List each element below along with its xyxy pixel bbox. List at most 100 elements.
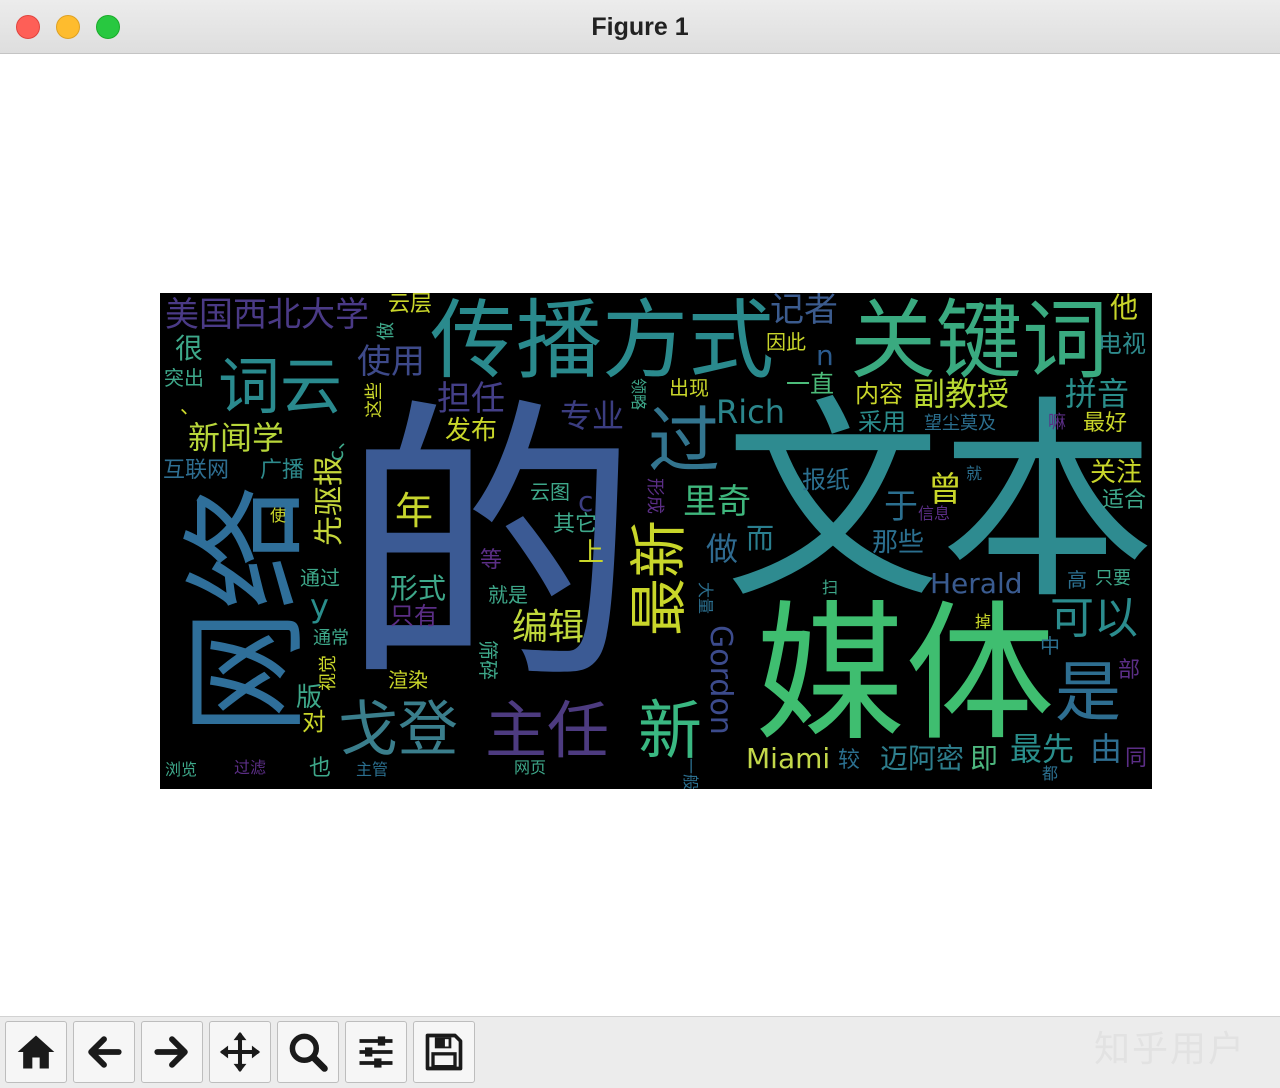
wordcloud-word: 信息	[918, 504, 951, 523]
wordcloud-word: 于	[884, 487, 918, 527]
wordcloud-word: 只有	[390, 602, 438, 630]
wordcloud-word: 领略	[629, 378, 648, 411]
wordcloud-word: 就是	[488, 583, 528, 607]
wordcloud-word: 内容	[855, 380, 903, 408]
wordcloud-word: 因此	[766, 330, 806, 354]
wordcloud-word: 等	[480, 548, 503, 573]
wordcloud-word: 使	[270, 506, 287, 525]
wordcloud-word: 编辑	[512, 607, 585, 648]
wordcloud-word: 做	[376, 322, 397, 340]
wordcloud-word: 担任	[437, 379, 505, 419]
configure-subplots-button[interactable]	[345, 1021, 407, 1083]
wordcloud-word: c	[578, 485, 594, 518]
window-title: Figure 1	[591, 13, 689, 41]
arrow-right-icon	[154, 1036, 188, 1068]
wordcloud-word: 大量	[696, 582, 715, 615]
wordcloud-word: 先驱报	[312, 456, 347, 546]
wordcloud-word: 那些	[872, 528, 925, 558]
wordcloud-word: 传播方式	[430, 293, 774, 391]
wordcloud-word: 词云	[218, 350, 343, 423]
wordcloud-word: 都	[1042, 764, 1059, 783]
wordcloud-word: 可以	[1050, 593, 1138, 644]
wordcloud-word: 通常	[313, 628, 349, 649]
wordcloud-word: 形式	[390, 572, 447, 605]
wordcloud-word: 掉	[975, 612, 992, 631]
wordcloud-word: n	[816, 339, 834, 372]
wordcloud-word: 戈登	[338, 695, 458, 765]
back-button[interactable]	[73, 1021, 135, 1083]
wordcloud-word: 过滤	[234, 758, 267, 777]
wordcloud-word: Herald	[930, 567, 1023, 600]
wordcloud-word: 互联网	[163, 458, 230, 483]
wordcloud-word: 很	[175, 332, 204, 365]
wordcloud-word: 主管	[356, 760, 389, 779]
wordcloud-word: 使用	[357, 342, 425, 382]
move-icon	[219, 1031, 261, 1073]
wordcloud-word: 中	[1040, 634, 1060, 658]
wordcloud-word: 他	[1110, 293, 1139, 324]
wordcloud-word: 对	[302, 708, 326, 736]
wordcloud-word: 就	[966, 464, 983, 483]
wordcloud-word: 云图	[530, 480, 570, 504]
wordcloud-word: 较	[838, 748, 861, 773]
wordcloud-word: 网页	[514, 758, 547, 777]
wordcloud-word: 新	[638, 695, 702, 769]
save-button[interactable]	[413, 1021, 475, 1083]
wordcloud-word: 视觉	[318, 655, 339, 691]
wordcloud-word: 迈阿密	[880, 742, 965, 775]
wordcloud-word: 里奇	[683, 482, 751, 522]
wordcloud-word: 拼音	[1065, 375, 1130, 413]
wordcloud-word: 而	[746, 522, 775, 555]
forward-button[interactable]	[141, 1021, 203, 1083]
wordcloud-word: 筛碎	[476, 640, 500, 680]
wordcloud-word: 美国西北大学	[165, 295, 369, 335]
wordcloud-word: 只要	[1095, 568, 1131, 589]
wordcloud-word: 高	[1067, 568, 1087, 592]
zoom-icon	[289, 1033, 328, 1072]
wordcloud-word: Rich	[716, 393, 785, 431]
wordcloud-word: y	[310, 587, 329, 625]
home-button[interactable]	[5, 1021, 67, 1083]
wordcloud-word: 关键词	[850, 293, 1108, 391]
wordcloud-word: 适合	[1102, 488, 1147, 513]
wordcloud-word: 记者	[770, 293, 838, 330]
wordcloud-word: 也	[309, 756, 332, 781]
wordcloud-word: 、	[180, 394, 200, 418]
wordcloud-word: 最先	[1010, 730, 1075, 768]
pan-button[interactable]	[209, 1021, 271, 1083]
wordcloud-word: 主任	[485, 694, 610, 767]
wordcloud-word: 网络	[175, 485, 320, 735]
wordcloud-word: 做	[706, 530, 739, 568]
wordcloud-word: 即	[970, 742, 999, 775]
wordcloud-word: 同	[1125, 746, 1148, 771]
wordcloud-word: 这些	[364, 382, 385, 418]
wordcloud-word: 由	[1090, 730, 1123, 768]
wordcloud-image: 的文本 媒体 网络 传播方式 关键词 词云过最新新主任 戈登是美国西北大学 使用 新闻学 担任 记者…	[160, 293, 1152, 789]
wordcloud-word: 专业	[560, 397, 625, 435]
wordcloud-word: 媒体	[755, 588, 1056, 762]
wordcloud-word: 是	[1055, 654, 1121, 731]
floppy-disk-icon	[425, 1033, 463, 1071]
wordcloud-word: Miami	[746, 742, 831, 775]
wordcloud-word: 电视	[1098, 330, 1146, 358]
home-icon	[17, 1035, 55, 1069]
wordcloud-word: 渲染	[388, 668, 428, 692]
watermark-text: 知乎用户	[1093, 1029, 1246, 1070]
wordcloud-word: 通过	[300, 566, 340, 590]
wordcloud-word: 发布	[445, 416, 498, 446]
arrow-left-icon	[88, 1036, 122, 1068]
wordcloud-word: 一般	[681, 758, 700, 789]
wordcloud-word: 最新	[625, 520, 693, 637]
wordcloud-word: Gordon	[703, 625, 738, 735]
wordcloud-word: 最好	[1083, 411, 1128, 436]
wordcloud-word: 浏览	[165, 760, 198, 779]
wordcloud-word: 形成	[644, 478, 665, 514]
wordcloud-word: 关注	[1090, 458, 1143, 488]
zoom-button[interactable]	[277, 1021, 339, 1083]
wordcloud-word: 扫	[822, 578, 839, 597]
window-titlebar: Figure 1	[0, 0, 1280, 54]
wordcloud-word: 曾	[928, 470, 962, 510]
navigation-toolbar	[0, 1016, 1280, 1088]
wordcloud-word: 云层	[388, 293, 433, 317]
wordcloud-word: 过	[648, 399, 721, 483]
